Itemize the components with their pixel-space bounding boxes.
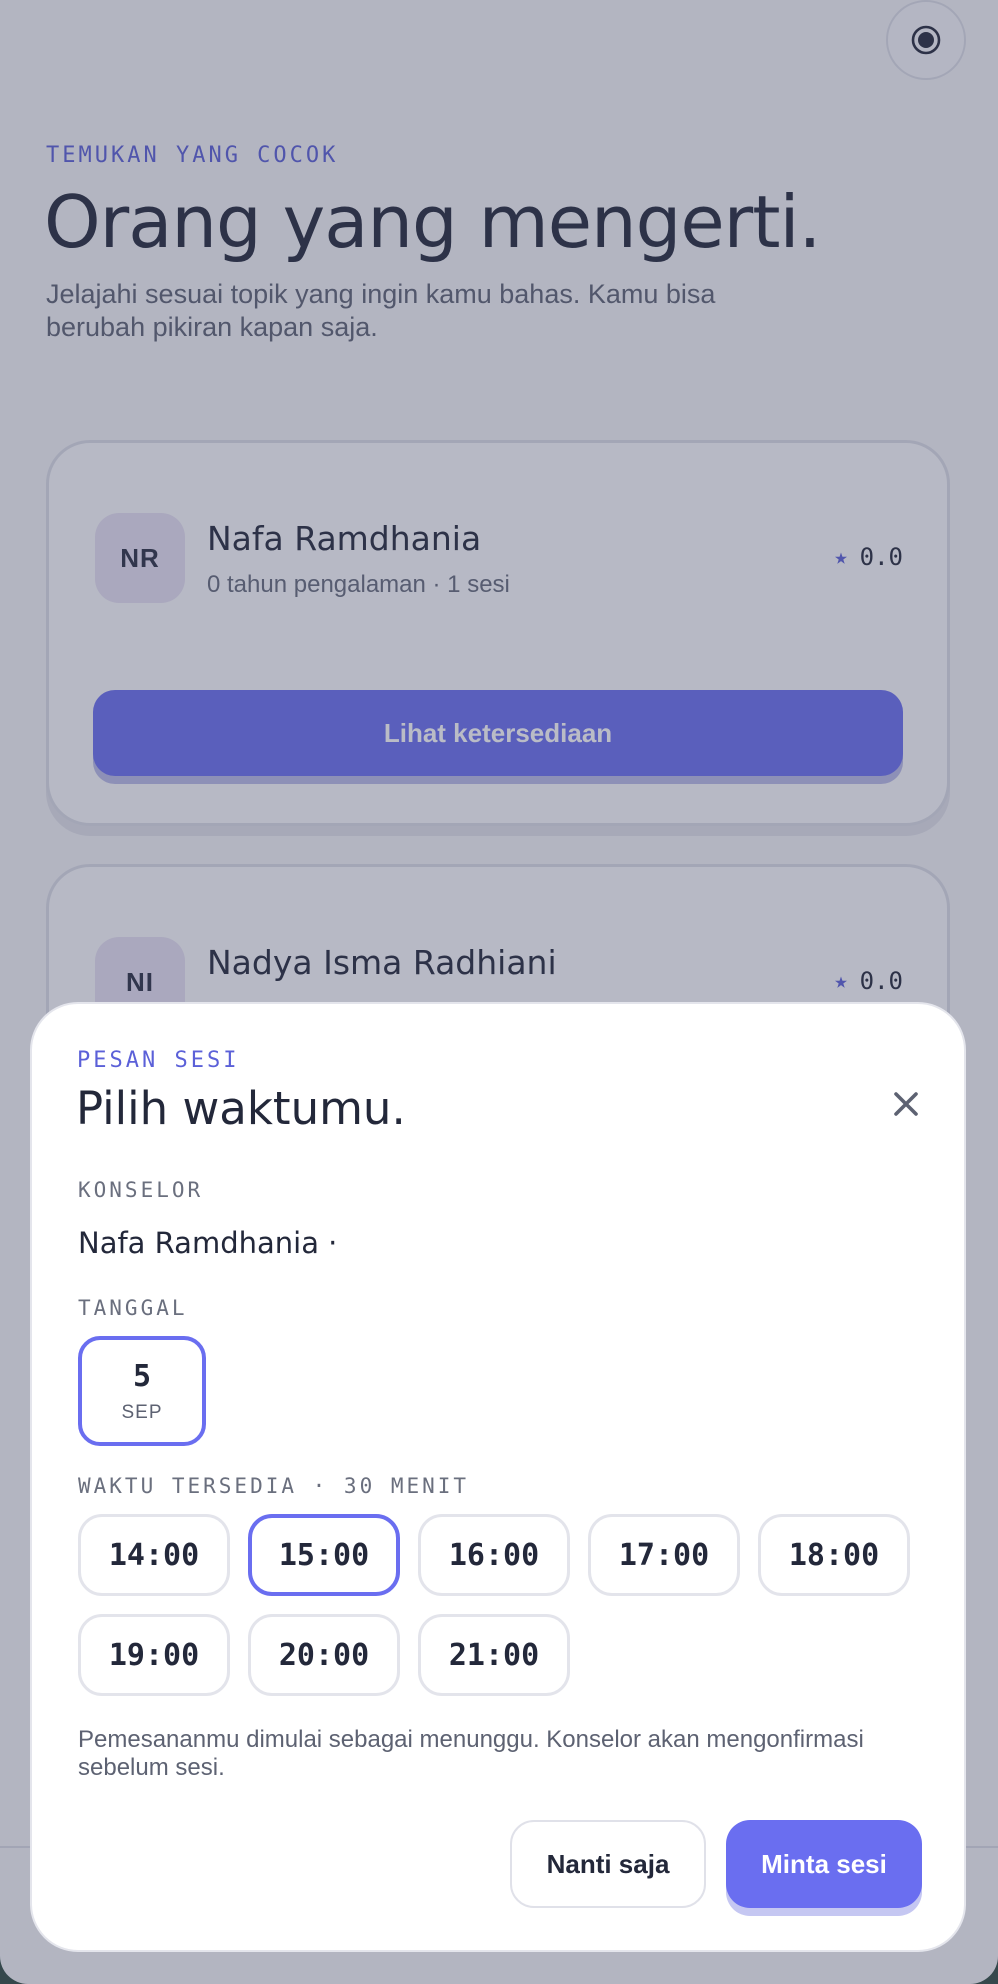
- time-slot[interactable]: 17:00: [588, 1514, 740, 1596]
- counselor-value: Nafa Ramdhania ·: [78, 1226, 338, 1260]
- later-button[interactable]: Nanti saja: [510, 1820, 706, 1908]
- time-slot[interactable]: 16:00: [418, 1514, 570, 1596]
- counselor-label: KONSELOR: [78, 1178, 204, 1202]
- booking-note: Pemesananmu dimulai sebagai menunggu. Ko…: [78, 1726, 864, 1781]
- date-label: TANGGAL: [78, 1296, 188, 1320]
- date-month: SEP: [121, 1401, 163, 1423]
- close-icon: [894, 1092, 918, 1116]
- sheet-eyebrow: PESAN SESI: [77, 1048, 240, 1073]
- time-slot[interactable]: 20:00: [248, 1614, 400, 1696]
- close-button[interactable]: [882, 1080, 930, 1128]
- booking-sheet: PESAN SESI Pilih waktumu. KONSELOR Nafa …: [30, 1002, 966, 1952]
- time-label: WAKTU TERSEDIA · 30 MENIT: [78, 1474, 470, 1498]
- time-slot[interactable]: 18:00: [758, 1514, 910, 1596]
- time-slot[interactable]: 19:00: [78, 1614, 230, 1696]
- time-slot-selected[interactable]: 15:00: [248, 1514, 400, 1596]
- date-chip[interactable]: 5 SEP: [78, 1336, 206, 1446]
- request-session-button[interactable]: Minta sesi: [726, 1820, 922, 1908]
- time-slot[interactable]: 14:00: [78, 1514, 230, 1596]
- time-slot[interactable]: 21:00: [418, 1614, 570, 1696]
- sheet-title: Pilih waktumu.: [76, 1082, 406, 1135]
- date-day: 5: [132, 1358, 152, 1394]
